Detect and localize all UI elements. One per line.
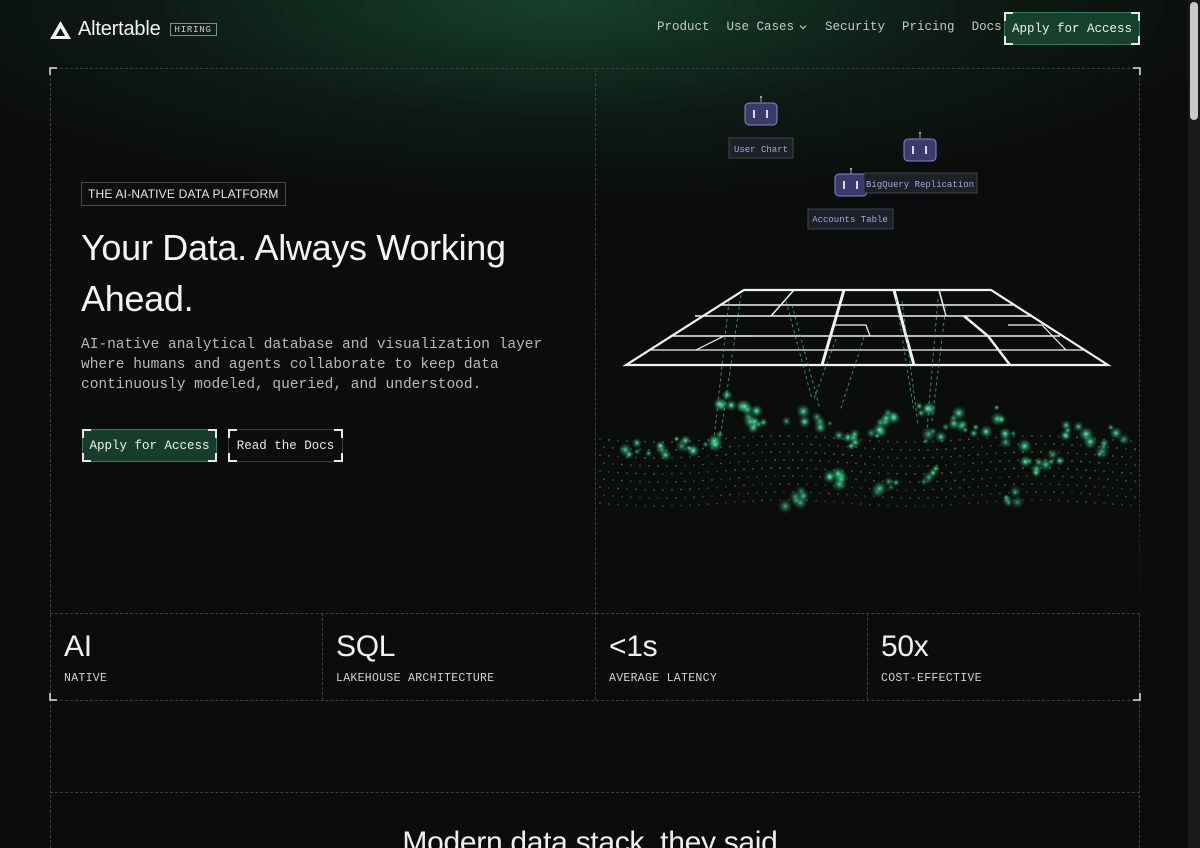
page-scrollbar[interactable] (1188, 0, 1200, 848)
nav-use-cases-label: Use Cases (726, 20, 795, 34)
nav-product[interactable]: Product (657, 20, 710, 34)
read-docs-label: Read the Docs (236, 438, 335, 453)
brand-name: Altertable (78, 18, 161, 40)
svg-text:Accounts Table: Accounts Table (812, 215, 888, 225)
agent-bot-bigquery[interactable] (903, 131, 937, 162)
agent-tag-bigquery: BigQuery Replication (863, 172, 978, 194)
stat-cost: 50x COST-EFFECTIVE (867, 614, 1139, 700)
stat-label: LAKEHOUSE ARCHITECTURE (336, 672, 495, 685)
agent-tag-user-chart: User Chart (728, 137, 794, 159)
stat-latency: <1s AVERAGE LATENCY (595, 614, 867, 700)
section-top-line (50, 792, 1140, 793)
header-apply-label: Apply for Access (1011, 21, 1133, 36)
nav-docs[interactable]: Docs (972, 20, 1002, 34)
section-title: Modern data stack, they said. (402, 826, 786, 848)
hero-headline: Your Data. Always Working Ahead. (81, 227, 506, 319)
hiring-badge[interactable]: HIRING (169, 23, 217, 36)
scrollbar-thumb[interactable] (1190, 2, 1198, 120)
logo-icon (50, 20, 71, 39)
nav-docs-label: Docs (971, 20, 1002, 34)
nav-pricing-label: Pricing (902, 20, 955, 34)
brand-logo[interactable]: Altertable HIRING (50, 18, 217, 41)
stat-label: COST-EFFECTIVE (881, 672, 982, 685)
hero-visualization: User Chart BigQuery Replication Accounts… (596, 95, 1140, 613)
nav-use-cases[interactable]: Use Cases (727, 20, 809, 34)
stat-sql-lakehouse: SQL LAKEHOUSE ARCHITECTURE (322, 614, 595, 700)
top-nav: Product Use Cases Security Pricing Docs (657, 20, 1019, 34)
agent-tag-accounts: Accounts Table (807, 208, 894, 230)
stat-ai-native: AI NATIVE (50, 614, 322, 700)
chevron-down-icon (799, 25, 807, 30)
nav-security[interactable]: Security (825, 20, 885, 34)
hero-apply-label: Apply for Access (89, 438, 210, 453)
stat-value: AI (64, 630, 92, 663)
stat-label: AVERAGE LATENCY (609, 672, 718, 685)
hero-eyebrow: THE AI-NATIVE DATA PLATFORM (81, 182, 286, 206)
stat-value: SQL (336, 630, 396, 663)
agent-bot-accounts[interactable] (834, 167, 868, 197)
nav-product-label: Product (657, 20, 710, 34)
stat-value: <1s (609, 630, 658, 663)
svg-text:BigQuery Replication: BigQuery Replication (866, 180, 974, 190)
agent-bot-user-chart[interactable] (744, 95, 778, 126)
nav-pricing[interactable]: Pricing (902, 20, 955, 34)
read-docs-button[interactable]: Read the Docs (228, 429, 343, 462)
schema-grid (622, 288, 1112, 367)
stat-label: NATIVE (64, 672, 108, 685)
hero-subcopy: AI-native analytical database and visual… (81, 337, 543, 393)
stat-value: 50x (881, 630, 929, 663)
svg-text:User Chart: User Chart (734, 145, 788, 155)
header-apply-button[interactable]: Apply for Access (1004, 12, 1140, 45)
nav-security-label: Security (825, 20, 886, 34)
page: Altertable HIRING Product Use Cases Secu… (0, 0, 1188, 848)
hero-apply-button[interactable]: Apply for Access (82, 429, 217, 462)
